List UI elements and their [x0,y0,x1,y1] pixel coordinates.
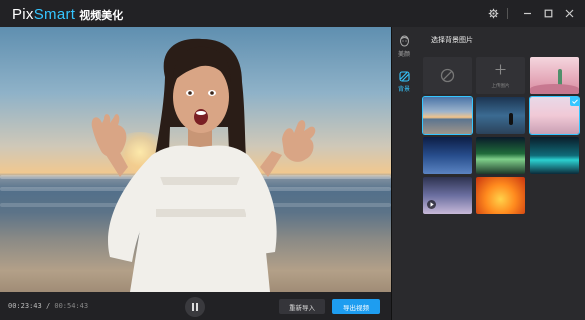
video-preview[interactable] [0,27,391,292]
logo-text-en: PixSmart [12,6,75,23]
rail-label-background: 背景 [397,86,410,93]
minimize-icon [523,12,531,14]
logo-text-cn: 视频美化 [79,9,124,22]
tile-bg-fire[interactable] [476,177,525,214]
maximize-icon [544,9,552,17]
tile-bg-pink-snow[interactable] [529,96,580,135]
titlebar-divider [507,8,508,19]
background-icon [398,71,410,82]
video-play-badge [427,200,436,209]
rail-item-background[interactable]: 背景 [392,71,416,93]
title-bar: PixSmart 视频美化 [0,0,585,27]
pause-icon-bar [196,303,199,311]
app-window: PixSmart 视频美化 00:23:43 / 00:54:43 重新导入 导… [0,0,585,320]
tile-bg-pink-mountains[interactable] [530,57,579,94]
logo-prefix: Pix [12,6,34,23]
tile-upload-image[interactable]: 上传图片 [476,57,525,94]
time-separator: / [45,302,51,310]
minimize-button[interactable] [520,6,534,20]
tile-bg-beach-sunset[interactable] [422,96,473,135]
selected-check-badge [570,97,579,106]
app-logo: PixSmart 视频美化 [12,6,123,23]
none-icon [440,68,455,83]
time-display: 00:23:43 / 00:54:43 [8,302,88,310]
rail-item-beauty[interactable]: 美颜 [392,35,416,58]
close-button[interactable] [562,6,576,20]
tile-no-background[interactable] [423,57,472,94]
face-beauty-icon [399,35,409,47]
export-video-button[interactable]: 导出视频 [332,299,380,314]
panel-title: 选择背景图片 [431,36,473,44]
duration: 00:54:43 [54,302,89,310]
close-icon [565,9,573,17]
background-panel: 选择背景图片 上传图片 [415,27,585,320]
pause-icon-bar [191,303,194,311]
check-icon [571,99,578,104]
reimport-button[interactable]: 重新导入 [279,299,325,314]
plus-icon [495,64,506,75]
tile-bg-teal-lake[interactable] [530,137,579,174]
tile-bg-blue-night-sky[interactable] [423,137,472,174]
logo-suffix: Smart [33,6,76,23]
preview-person [91,38,316,292]
current-time: 00:23:43 [8,302,42,310]
settings-button[interactable] [486,6,500,20]
pause-button[interactable] [185,297,205,317]
tile-scene-hill [530,84,579,94]
tile-scene-figure [509,113,513,125]
tile-bg-night-road[interactable] [476,97,525,134]
tile-bg-purple-sky-video[interactable] [423,177,472,214]
rail-label-beauty: 美颜 [397,51,410,58]
maximize-button[interactable] [541,6,555,20]
tile-bg-aurora[interactable] [476,137,525,174]
settings-icon [488,8,498,18]
play-icon [430,202,434,207]
tool-rail: 美颜 背景 [391,27,415,320]
upload-label: 上传图片 [491,84,510,89]
